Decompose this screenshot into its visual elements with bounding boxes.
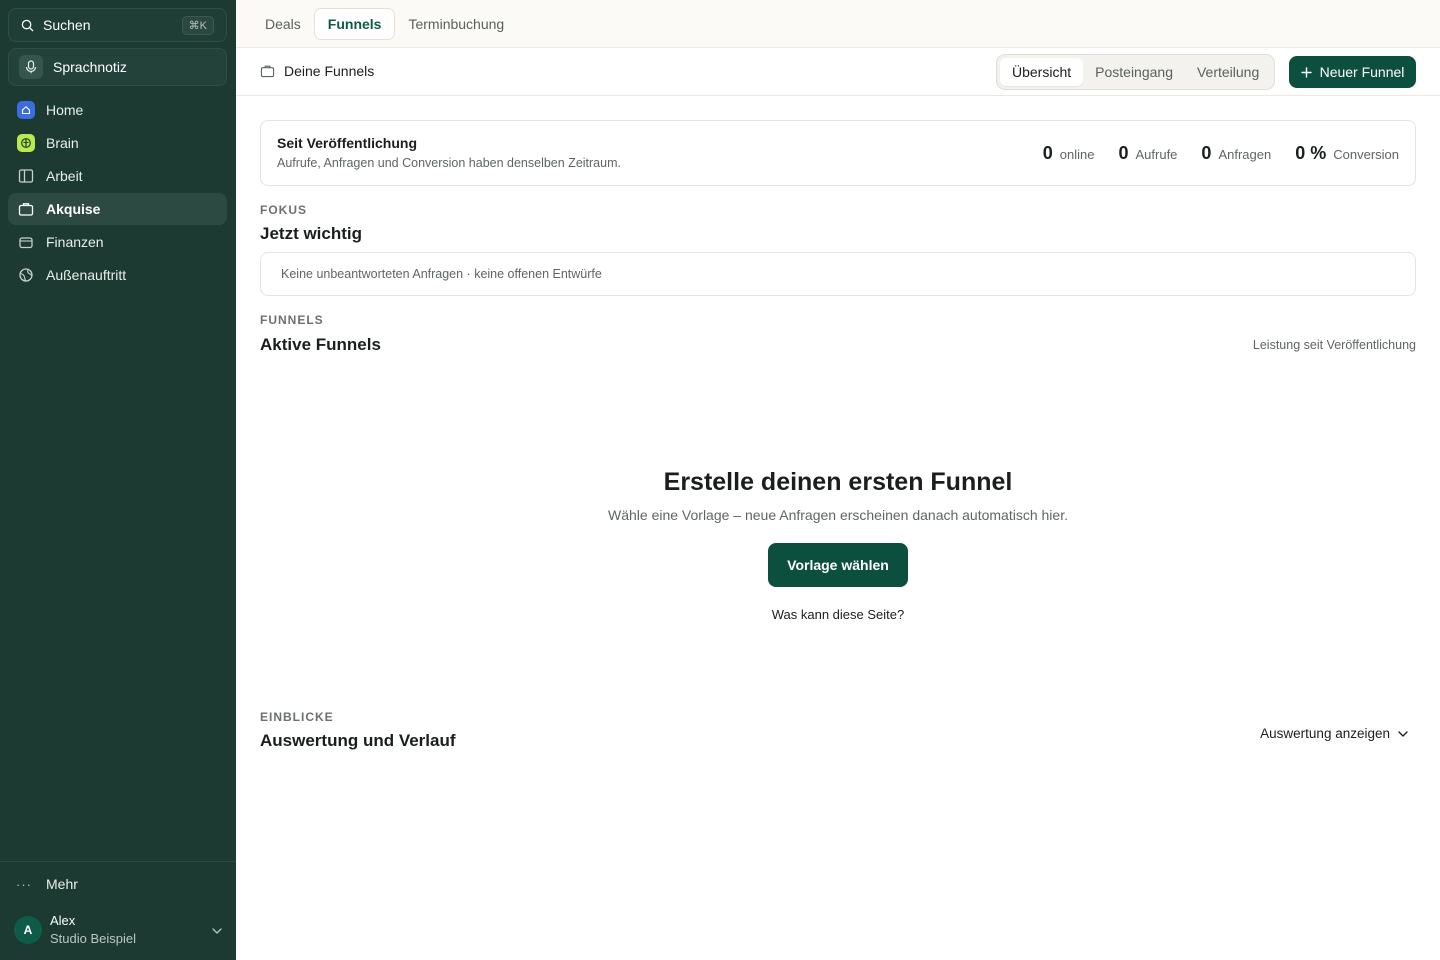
empty-state-title: Erstelle deinen ersten Funnel	[663, 468, 1013, 496]
breadcrumb: Deine Funnels	[260, 63, 374, 79]
user-name: Alex	[50, 913, 76, 928]
briefcase-icon	[260, 64, 275, 78]
new-funnel-label: Neuer Funnel	[1319, 64, 1405, 80]
tab-list: Deals Funnels Terminbuchung	[252, 8, 517, 40]
tab-funnels[interactable]: Funnels	[313, 8, 396, 40]
sidebar-item-label: Brain	[46, 135, 79, 151]
stat-value: 0	[1118, 143, 1129, 163]
funnels-performance-note: Leistung seit Veröffentlichung	[1252, 338, 1416, 352]
empty-state-subtitle: Wähle eine Vorlage – neue Anfragen ersch…	[608, 507, 1068, 523]
microphone-icon	[19, 55, 43, 79]
chevron-down-icon	[212, 921, 222, 939]
sidebar-item-label: Home	[46, 102, 84, 118]
home-icon	[16, 100, 36, 120]
stat-aufrufe: 0 Aufrufe	[1118, 143, 1177, 164]
stat-label: online	[1059, 147, 1095, 162]
stats-card: Seit Veröffentlichung Aufrufe, Anfragen …	[260, 120, 1416, 186]
stat-online: 0 online	[1043, 143, 1095, 164]
focus-eyebrow: FOKUS	[260, 203, 307, 217]
search-icon	[21, 19, 34, 32]
more-dots-icon: ···	[16, 876, 32, 892]
briefcase-icon	[16, 199, 36, 219]
stats-subtitle: Aufrufe, Anfragen und Conversion haben d…	[277, 156, 621, 170]
user-org: Studio Beispiel	[50, 931, 136, 946]
more-label: Mehr	[46, 876, 78, 892]
stat-anfragen: 0 Anfragen	[1201, 143, 1271, 164]
segment-uebersicht[interactable]: Übersicht	[1000, 58, 1084, 86]
sidebar-nav: Home Brain Arbeit Akquise Finanzen Außen…	[8, 94, 227, 292]
sidebar-item-aussenauftritt[interactable]: Außenauftritt	[8, 259, 227, 291]
user-menu[interactable]: A Alex Studio Beispiel	[14, 912, 224, 948]
top-tab-bar: Deals Funnels Terminbuchung	[236, 0, 1440, 48]
sidebar-item-label: Außenauftritt	[46, 267, 127, 283]
show-insights-label: Auswertung anzeigen	[1260, 726, 1390, 741]
stats-values: 0 online 0 Aufrufe 0 Anfragen 0 % Conver…	[1019, 143, 1399, 164]
sidebar-item-finanzen[interactable]: Finanzen	[8, 226, 227, 258]
voice-note-label: Sprachnotiz	[53, 59, 127, 75]
wallet-icon	[16, 232, 36, 252]
segment-posteingang[interactable]: Posteingang	[1083, 58, 1185, 86]
focus-message: Keine unbeantworteten Anfragen · keine o…	[260, 252, 1416, 296]
search-button[interactable]: Suchen ⌘K	[8, 8, 227, 42]
funnels-title: Aktive Funnels	[260, 335, 381, 354]
tab-deals[interactable]: Deals	[252, 8, 314, 40]
main-content: Seit Veröffentlichung Aufrufe, Anfragen …	[236, 96, 1440, 960]
focus-title: Jetzt wichtig	[260, 224, 363, 243]
brain-icon	[16, 133, 36, 153]
sidebar-item-label: Arbeit	[46, 168, 83, 184]
subheader: Deine Funnels Übersicht Posteingang Vert…	[236, 48, 1440, 96]
globe-icon	[16, 265, 36, 285]
sidebar-item-label: Finanzen	[46, 234, 104, 250]
sidebar-item-arbeit[interactable]: Arbeit	[8, 160, 227, 192]
stat-value: 0 %	[1295, 143, 1327, 163]
stat-conversion: 0 % Conversion	[1295, 143, 1399, 164]
stat-value: 0	[1201, 143, 1212, 163]
more-button[interactable]: ··· Mehr	[16, 876, 78, 892]
insights-title: Auswertung und Verlauf	[260, 731, 456, 750]
stat-value: 0	[1042, 143, 1053, 163]
board-icon	[16, 166, 36, 186]
stat-label: Conversion	[1333, 147, 1399, 162]
stat-label: Anfragen	[1218, 147, 1272, 162]
voice-note-button[interactable]: Sprachnotiz	[8, 48, 227, 86]
show-insights-button[interactable]: Auswertung anzeigen	[1260, 726, 1408, 741]
search-shortcut: ⌘K	[181, 15, 214, 35]
insights-eyebrow: EINBLICKE	[260, 710, 334, 724]
empty-state: Erstelle deinen ersten Funnel Wähle eine…	[260, 468, 1416, 622]
sidebar-footer: ··· Mehr A Alex Studio Beispiel	[0, 861, 236, 960]
sidebar-item-brain[interactable]: Brain	[8, 127, 227, 159]
user-info: Alex Studio Beispiel	[50, 912, 136, 948]
sidebar: Suchen ⌘K Sprachnotiz Home Brain Arbeit	[0, 0, 236, 960]
funnels-eyebrow: FUNNELS	[260, 313, 324, 327]
avatar: A	[14, 916, 42, 944]
plus-icon	[1300, 66, 1312, 78]
new-funnel-button[interactable]: Neuer Funnel	[1289, 56, 1416, 88]
breadcrumb-label: Deine Funnels	[284, 63, 375, 79]
tab-terminbuchung[interactable]: Terminbuchung	[395, 8, 517, 40]
focus-message-text: Keine unbeantworteten Anfragen · keine o…	[281, 267, 602, 281]
stats-title: Seit Veröffentlichung	[277, 135, 418, 151]
chevron-down-icon	[1398, 730, 1408, 737]
view-switcher: Übersicht Posteingang Verteilung	[996, 54, 1276, 90]
search-label: Suchen	[43, 17, 91, 33]
help-link[interactable]: Was kann diese Seite?	[260, 607, 1416, 622]
sidebar-item-akquise[interactable]: Akquise	[8, 193, 227, 225]
stat-label: Aufrufe	[1135, 147, 1178, 162]
choose-template-button[interactable]: Vorlage wählen	[768, 543, 908, 587]
sidebar-item-home[interactable]: Home	[8, 94, 227, 126]
segment-verteilung[interactable]: Verteilung	[1185, 58, 1271, 86]
sidebar-item-label: Akquise	[46, 201, 101, 217]
